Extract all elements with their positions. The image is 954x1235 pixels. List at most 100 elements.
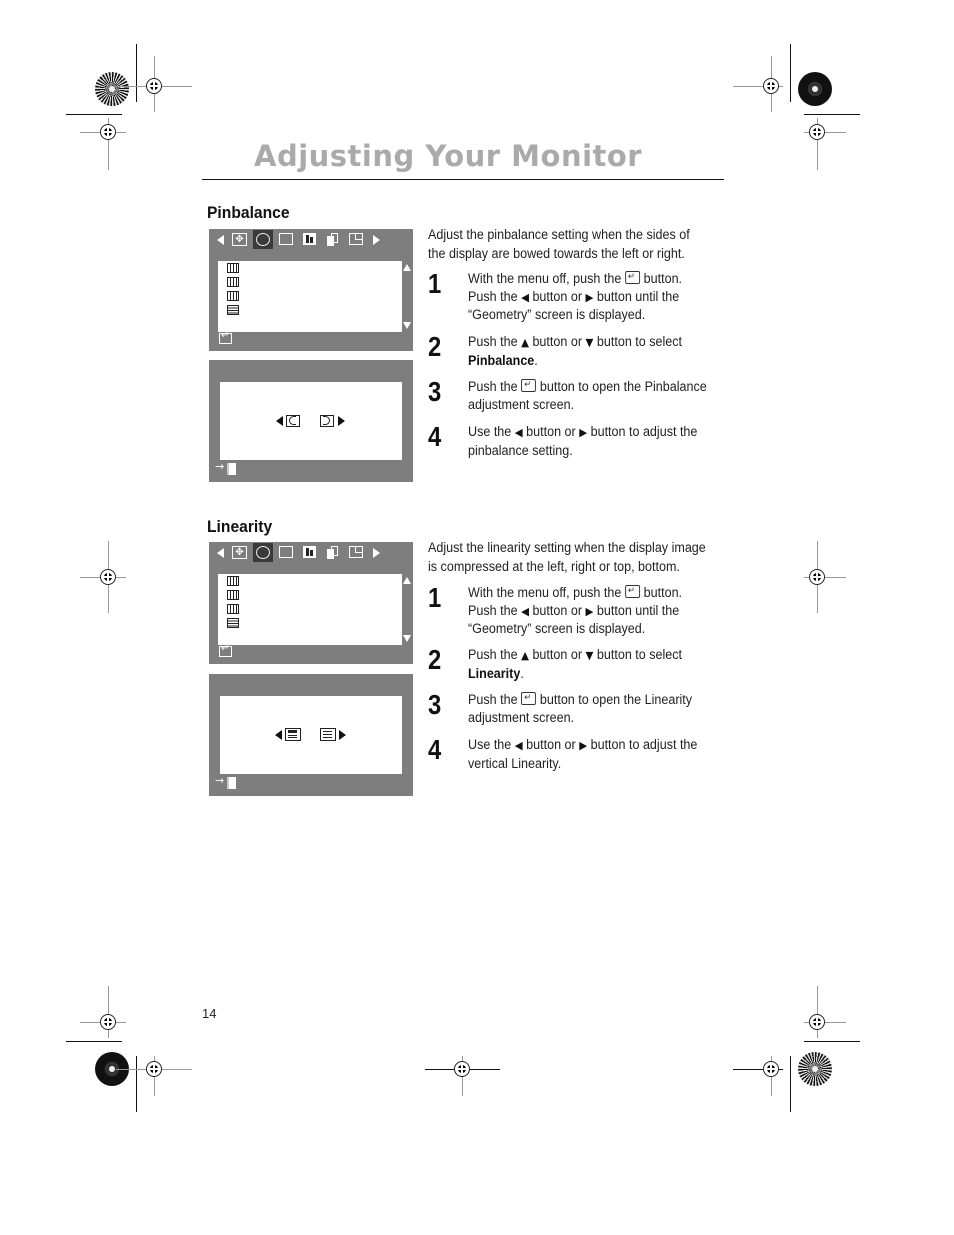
trapezoid-icon[interactable] bbox=[227, 590, 239, 600]
step-number: 2 bbox=[428, 644, 442, 675]
step-text: Push the ▲ button or ▼ button to select … bbox=[468, 647, 683, 681]
crosshair-icon bbox=[100, 1014, 116, 1030]
crosshair-icon bbox=[100, 124, 116, 140]
crop-line bbox=[804, 1041, 860, 1042]
left-arrow-icon: ◀ bbox=[514, 739, 523, 752]
left-arrow-icon bbox=[217, 548, 224, 558]
step-text: With the menu off, push thebutton. Push … bbox=[468, 269, 719, 324]
crosshair-icon bbox=[146, 1061, 162, 1077]
osd-menu-list bbox=[218, 574, 402, 645]
pinbalance-icon[interactable] bbox=[227, 604, 239, 614]
section-intro: Adjust the pinbalance setting when the s… bbox=[428, 227, 690, 261]
osd-icon bbox=[349, 233, 363, 245]
left-arrow-icon: ◀ bbox=[514, 426, 523, 439]
decrease-arrow-icon[interactable] bbox=[276, 416, 283, 426]
crop-line bbox=[136, 1056, 137, 1112]
color-icon bbox=[303, 233, 316, 245]
right-arrow-icon: ▶ bbox=[579, 739, 588, 752]
linearity-icon[interactable] bbox=[227, 305, 239, 315]
step-text: Push thebutton to open the Pinbalance ad… bbox=[468, 377, 719, 413]
registration-target-icon bbox=[798, 72, 832, 106]
position-icon: ✥ bbox=[232, 546, 247, 559]
left-arrow-icon: ◀ bbox=[521, 604, 529, 618]
step-text: Use the ◀ button or ▶ button to adjust t… bbox=[468, 737, 698, 771]
crop-line bbox=[66, 1041, 122, 1042]
step-text: Push the ▲ button or ▼ button to select … bbox=[468, 334, 683, 368]
step-text: Push thebutton to open the Linearity adj… bbox=[468, 690, 719, 726]
pincushion-icon[interactable] bbox=[227, 576, 239, 586]
osd-adjust-screen-linearity: → bbox=[209, 674, 413, 796]
trapezoid-icon[interactable] bbox=[227, 277, 239, 287]
increase-arrow-icon[interactable] bbox=[339, 730, 346, 740]
exit-door-icon bbox=[227, 463, 236, 475]
osd-adjust-screen-pinbalance: → bbox=[209, 360, 413, 482]
geometry-icon-selected bbox=[253, 230, 273, 249]
scroll-down-icon[interactable] bbox=[403, 322, 411, 329]
left-arrow-icon: ◀ bbox=[521, 290, 529, 304]
crosshair-icon bbox=[809, 124, 825, 140]
decrease-arrow-icon[interactable] bbox=[275, 730, 282, 740]
size-icon bbox=[279, 233, 293, 245]
page-number: 14 bbox=[202, 1006, 217, 1021]
step-number: 4 bbox=[428, 421, 442, 452]
pinbalance-right-icon bbox=[320, 415, 334, 427]
section-title-linearity: Linearity bbox=[207, 517, 273, 536]
enter-button-icon bbox=[521, 690, 537, 708]
linearity-icon[interactable] bbox=[227, 618, 239, 628]
step-number: 3 bbox=[428, 689, 442, 720]
osd-adjust-area bbox=[220, 696, 402, 774]
pinbalance-icon[interactable] bbox=[227, 291, 239, 301]
position-icon: ✥ bbox=[232, 233, 247, 246]
enter-button-icon bbox=[625, 583, 640, 601]
step-text: Use the ◀ button or ▶ button to adjust t… bbox=[468, 424, 698, 458]
geometry-icon bbox=[256, 233, 270, 246]
increase-arrow-icon[interactable] bbox=[338, 416, 345, 426]
scroll-up-icon[interactable] bbox=[403, 577, 411, 584]
osd-menu-screen: ✥ bbox=[209, 229, 413, 351]
crosshair-icon bbox=[454, 1061, 470, 1077]
color-icon bbox=[303, 546, 316, 558]
registration-target-icon bbox=[95, 72, 129, 106]
osd-menu-list bbox=[218, 261, 402, 332]
crop-line bbox=[790, 1056, 791, 1112]
registration-target-icon bbox=[798, 1052, 832, 1086]
menu-item-name: Pinbalance bbox=[468, 352, 535, 368]
right-arrow-icon bbox=[373, 548, 380, 558]
advanced-icon bbox=[327, 546, 339, 559]
pincushion-icon[interactable] bbox=[227, 263, 239, 273]
osd-adjust-area bbox=[220, 382, 402, 460]
section-intro: Adjust the linearity setting when the di… bbox=[428, 540, 706, 574]
step-number: 4 bbox=[428, 734, 442, 765]
enter-icon bbox=[219, 643, 232, 657]
step-number: 2 bbox=[428, 331, 442, 362]
crosshair-icon bbox=[763, 78, 779, 94]
size-icon bbox=[279, 546, 293, 558]
linearity-compress-icon bbox=[285, 728, 301, 741]
crop-line bbox=[804, 114, 860, 115]
right-arrow-icon: ▶ bbox=[585, 604, 594, 618]
scroll-up-icon[interactable] bbox=[403, 264, 411, 271]
right-arrow-icon bbox=[373, 235, 380, 245]
exit-arrow-icon: → bbox=[215, 774, 225, 787]
left-arrow-icon bbox=[217, 235, 224, 245]
page-title: Adjusting Your Monitor bbox=[254, 139, 643, 173]
crop-line bbox=[136, 44, 137, 102]
crosshair-icon bbox=[100, 569, 116, 585]
crop-line bbox=[817, 986, 818, 1038]
title-divider bbox=[202, 179, 724, 180]
right-arrow-icon: ▶ bbox=[585, 290, 594, 304]
step-text: With the menu off, push thebutton. Push … bbox=[468, 583, 719, 638]
crosshair-icon bbox=[809, 1014, 825, 1030]
linearity-expand-icon bbox=[320, 728, 336, 741]
step-number: 3 bbox=[428, 376, 442, 407]
exit-door-icon bbox=[227, 777, 236, 789]
enter-button-icon bbox=[625, 269, 640, 287]
step-number: 1 bbox=[428, 582, 442, 613]
exit-arrow-icon: → bbox=[215, 460, 225, 473]
enter-button-icon bbox=[521, 377, 537, 395]
step-number: 1 bbox=[428, 268, 442, 299]
scroll-down-icon[interactable] bbox=[403, 635, 411, 642]
osd-menu-screen: ✥ bbox=[209, 542, 413, 664]
section-title-pinbalance: Pinbalance bbox=[207, 203, 290, 222]
crosshair-icon bbox=[146, 78, 162, 94]
